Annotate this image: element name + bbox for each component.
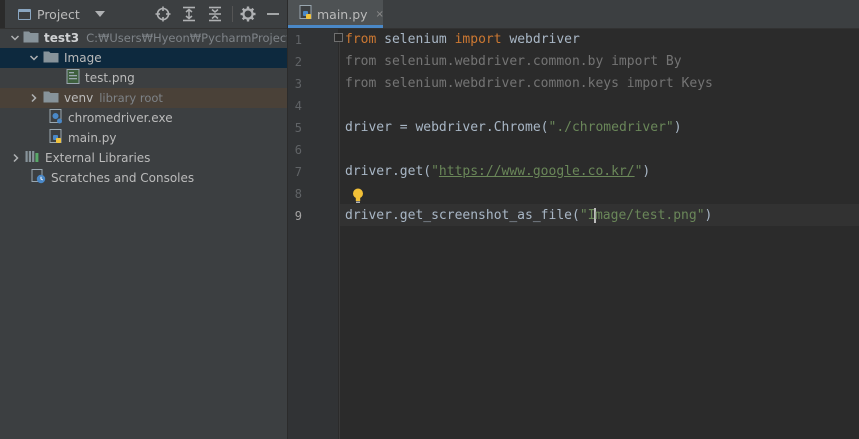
code-line-9[interactable]: driver.get_screenshot_as_file("Image/tes…	[345, 205, 712, 227]
code-token: )	[642, 164, 651, 179]
scratches-icon	[31, 169, 46, 187]
line-number: 6	[294, 143, 302, 157]
line-number: 4	[294, 99, 302, 113]
expand-all-icon[interactable]	[180, 5, 198, 23]
line-number: 7	[294, 165, 302, 179]
code-token: )	[704, 208, 713, 223]
project-panel-title: Project	[37, 6, 80, 22]
string-literal: "	[431, 164, 439, 179]
library-root-hint: library root	[99, 91, 163, 105]
string-literal: "./chromedriver"	[548, 120, 674, 135]
tree-item-main-py[interactable]: main.py	[0, 128, 287, 148]
folder-icon	[23, 30, 39, 46]
tree-item-label: venv	[64, 91, 94, 105]
tree-item-label: main.py	[68, 131, 117, 145]
header-divider	[232, 6, 233, 22]
project-view-selector[interactable]: Project	[12, 0, 105, 28]
project-path: C:₩Users₩Hyeon₩PycharmProjects₩t	[86, 31, 287, 45]
tree-item-image[interactable]: Image	[0, 48, 287, 68]
hide-icon[interactable]	[264, 5, 282, 23]
chevron-down-icon[interactable]	[28, 52, 40, 64]
tree-item-test-png[interactable]: test.png	[0, 68, 287, 88]
fold-divider	[339, 40, 340, 439]
dropdown-arrow-icon	[94, 11, 105, 17]
python-file-icon	[49, 129, 63, 147]
chevron-down-icon[interactable]	[10, 32, 20, 44]
project-panel-header: Project	[0, 0, 287, 29]
tab-label: main.py	[317, 6, 368, 22]
line-number: 3	[294, 77, 302, 91]
tree-item-label: External Libraries	[45, 151, 151, 165]
code-line-1[interactable]: from selenium import webdriver	[345, 29, 580, 51]
tree-item-label: chromedriver.exe	[68, 111, 173, 125]
code-editor[interactable]: main.py × 1 2 3 4 5 6 7 8 9 from seleniu…	[288, 0, 859, 439]
string-literal: mage/test.png"	[594, 208, 705, 223]
url-link[interactable]: https://www.google.co.kr/	[439, 164, 635, 179]
code-token: selenium	[376, 32, 455, 47]
line-number: 5	[294, 121, 302, 135]
code-token: driver.get(	[345, 164, 432, 179]
code-token: driver = webdriver.Chrome(	[345, 120, 549, 135]
code-token: driver.get_screenshot_as_file(	[345, 208, 580, 223]
exe-file-icon	[49, 109, 63, 127]
project-tool-window: Project test3 C:₩Users₩Hyeon₩PycharmProj…	[0, 0, 288, 439]
code-token: from	[345, 32, 377, 47]
locate-target-icon[interactable]	[154, 5, 172, 23]
code-line-7[interactable]: driver.get("https://www.google.co.kr/")	[345, 161, 650, 183]
code-token: import	[454, 32, 502, 47]
line-number: 8	[294, 187, 302, 201]
gear-icon[interactable]	[239, 5, 257, 23]
tree-item-scratches[interactable]: Scratches and Consoles	[0, 168, 287, 188]
chevron-right-icon[interactable]	[10, 152, 22, 164]
tree-item-external-libraries[interactable]: External Libraries	[0, 148, 287, 168]
line-number-gutter: 1 2 3 4 5 6 7 8 9	[288, 29, 338, 439]
fold-marker-icon[interactable]	[334, 33, 343, 42]
tree-item-label: Scratches and Consoles	[51, 171, 195, 185]
collapse-all-icon[interactable]	[206, 5, 224, 23]
python-file-icon	[299, 5, 313, 23]
lightbulb-icon[interactable]	[350, 187, 366, 205]
close-icon[interactable]: ×	[376, 9, 384, 20]
tree-item-venv[interactable]: venv library root	[0, 88, 287, 108]
tree-item-label: test3	[44, 31, 80, 45]
line-number: 1	[294, 33, 302, 47]
code-line-5[interactable]: driver = webdriver.Chrome("./chromedrive…	[345, 117, 682, 139]
chevron-right-icon[interactable]	[28, 92, 40, 104]
tree-item-label: Image	[64, 51, 102, 65]
code-line-2[interactable]: from selenium.webdriver.common.by import…	[345, 51, 682, 73]
project-view-icon	[18, 8, 31, 20]
tree-item-test3[interactable]: test3 C:₩Users₩Hyeon₩PycharmProjects₩t	[0, 28, 287, 48]
line-number: 2	[294, 55, 302, 69]
folder-icon	[43, 50, 59, 66]
tool-window-strip	[0, 0, 5, 28]
editor-tab-bar: main.py ×	[288, 0, 859, 29]
image-file-icon	[66, 69, 80, 87]
string-literal: "I	[579, 208, 596, 223]
code-token: webdriver	[501, 32, 580, 47]
tree-item-chromedriver[interactable]: chromedriver.exe	[0, 108, 287, 128]
code-line-3[interactable]: from selenium.webdriver.common.keys impo…	[345, 73, 713, 95]
folder-icon	[43, 90, 59, 106]
active-tab-indicator	[288, 25, 383, 28]
code-token: )	[673, 120, 682, 135]
tab-main-py[interactable]: main.py ×	[288, 0, 384, 28]
line-number-current: 9	[294, 209, 302, 223]
tree-item-label: test.png	[85, 71, 135, 85]
libraries-icon	[25, 150, 40, 166]
